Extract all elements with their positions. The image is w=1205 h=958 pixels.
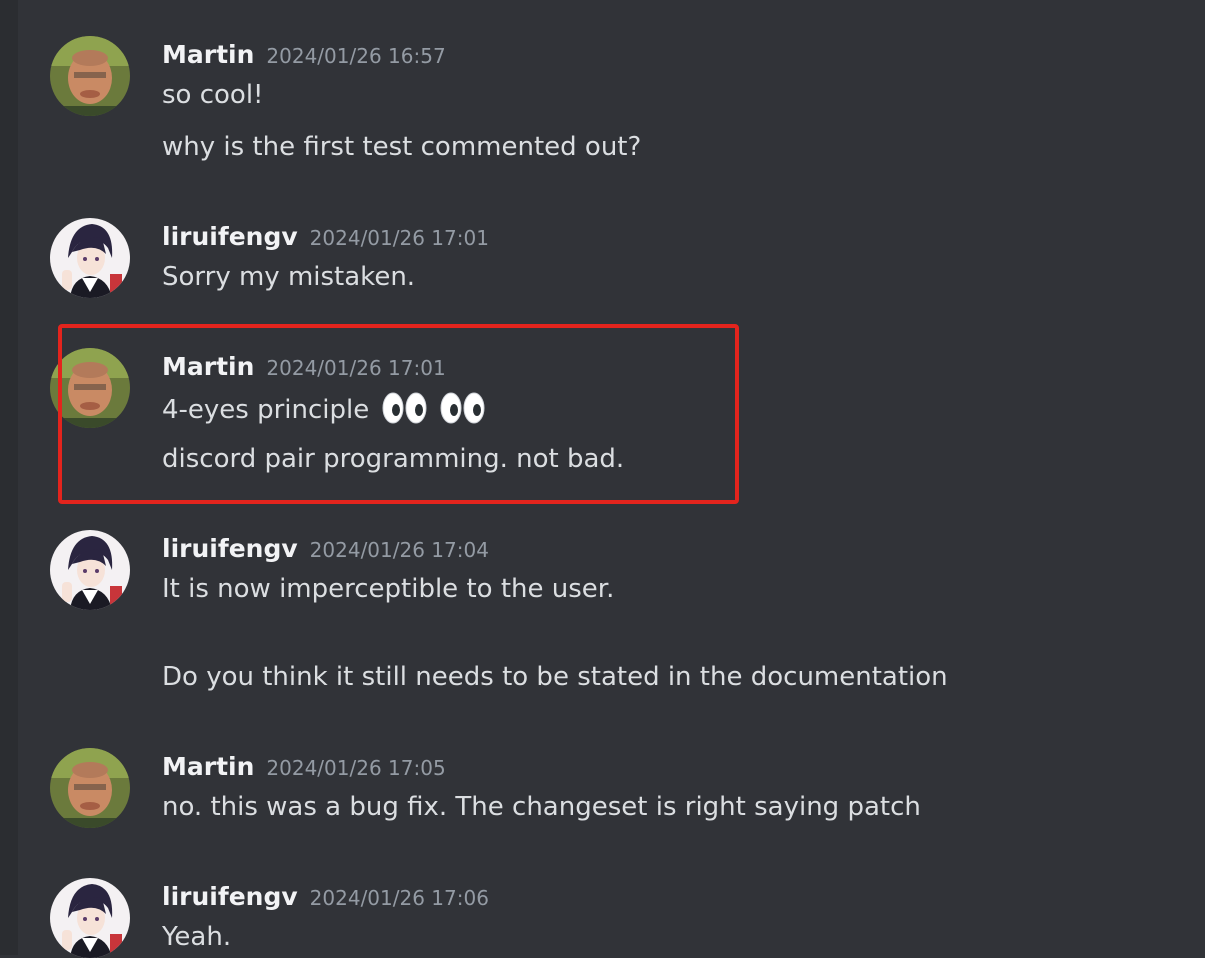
message-text: Yeah. [162, 922, 232, 952]
timestamp: 2024/01/26 17:06 [309, 886, 489, 910]
message-text: It is now imperceptible to the user. [162, 574, 615, 604]
avatar-liruifengv[interactable] [50, 878, 130, 958]
username[interactable]: liruifengv [162, 222, 298, 251]
username[interactable]: Martin [162, 40, 254, 69]
username[interactable]: liruifengv [162, 534, 298, 563]
timestamp: 2024/01/26 16:57 [266, 44, 446, 68]
message-header: Martin 2024/01/26 17:05 [162, 752, 446, 781]
sidebar-edge [0, 0, 18, 955]
timestamp: 2024/01/26 17:05 [266, 756, 446, 780]
highlight-annotation-box [58, 324, 739, 504]
username[interactable]: liruifengv [162, 882, 298, 911]
message-text: Do you think it still needs to be stated… [162, 662, 948, 692]
message-header: Martin 2024/01/26 16:57 [162, 40, 446, 69]
message-text: no. this was a bug fix. The changeset is… [162, 792, 921, 822]
avatar-martin[interactable] [50, 36, 130, 116]
message-header: liruifengv 2024/01/26 17:06 [162, 882, 489, 911]
message-text: why is the first test commented out? [162, 132, 642, 162]
timestamp: 2024/01/26 17:01 [309, 226, 489, 250]
timestamp: 2024/01/26 17:04 [309, 538, 489, 562]
avatar-martin[interactable] [50, 748, 130, 828]
username[interactable]: Martin [162, 752, 254, 781]
message-text: so cool! [162, 80, 264, 110]
message-header: liruifengv 2024/01/26 17:01 [162, 222, 489, 251]
message-list: Martin 2024/01/26 16:57 so cool! why is t… [18, 0, 1205, 958]
avatar-liruifengv[interactable] [50, 218, 130, 298]
message-text: Sorry my mistaken. [162, 262, 416, 292]
avatar-liruifengv[interactable] [50, 530, 130, 610]
message-header: liruifengv 2024/01/26 17:04 [162, 534, 489, 563]
